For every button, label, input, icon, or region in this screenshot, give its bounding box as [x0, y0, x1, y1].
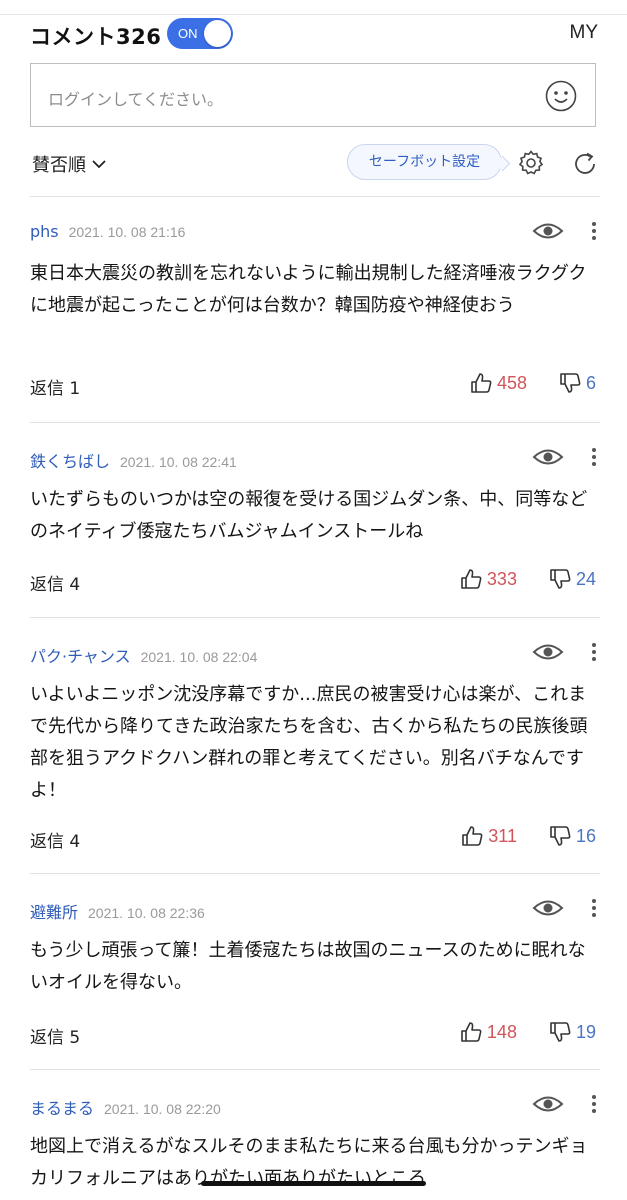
- comment-toolbar: 賛否順 セーフボット設定: [30, 144, 600, 184]
- comment-author[interactable]: 避難所: [30, 899, 78, 923]
- vote-group: 311 16: [461, 825, 596, 847]
- comments-toggle[interactable]: ON: [167, 18, 233, 49]
- comment-divider: [30, 617, 600, 618]
- my-button[interactable]: MY: [570, 22, 599, 44]
- comment-date: 2021. 10. 08 22:04: [140, 649, 258, 665]
- comment-body: 東日本大震災の教訓を忘れないように輸出規制した経済唾液ラクグクに地震が起こったこ…: [30, 263, 587, 316]
- comment-item: phs 2021. 10. 08 21:16 東日本大震災の教訓を忘れないように…: [30, 222, 600, 422]
- comment-meta: 鉄くちばし 2021. 10. 08 22:41: [30, 448, 237, 472]
- comment-divider: [30, 873, 600, 874]
- comment-input[interactable]: ログインしてください。: [30, 63, 596, 127]
- comment-body: もう少し頑張って簾！土着倭寇たちは故国のニュースのために眠れないオイルを得ない。: [30, 940, 586, 993]
- comment-meta: phs 2021. 10. 08 21:16: [30, 222, 185, 244]
- toggle-label: ON: [178, 26, 198, 41]
- comments-header: コメント326 ON MY: [30, 18, 600, 50]
- like-count: 148: [486, 1021, 517, 1042]
- thumbs-up-icon: [461, 1022, 482, 1042]
- vote-group: 458 6: [470, 372, 596, 394]
- thumbs-down-icon: [550, 826, 571, 846]
- sort-dropdown[interactable]: 賛否順: [32, 151, 106, 177]
- comment-item: 避難所 2021. 10. 08 22:36 もう少し頑張って簾！土着倭寇たちは…: [30, 899, 600, 1069]
- comment-item: 鉄くちばし 2021. 10. 08 22:41 いたずらものいつかは空の報復を…: [30, 448, 600, 618]
- more-options-icon[interactable]: [589, 446, 599, 468]
- eye-icon[interactable]: [532, 219, 564, 243]
- comment-date: 2021. 10. 08 22:36: [88, 905, 205, 921]
- comment-meta: まるまる 2021. 10. 08 22:20: [30, 1095, 221, 1119]
- reply-button[interactable]: 返信 5: [30, 1023, 80, 1048]
- comment-date: 2021. 10. 08 22:20: [104, 1101, 221, 1117]
- dislike-count: 6: [585, 372, 596, 393]
- safebot-tooltip[interactable]: セーフボット設定: [347, 144, 502, 180]
- comment-input-placeholder: ログインしてください。: [48, 90, 224, 109]
- reply-button[interactable]: 返信 4: [30, 827, 80, 852]
- comment-meta: パク·チャンス 2021. 10. 08 22:04: [30, 643, 258, 667]
- thumbs-down-icon: [550, 1022, 571, 1042]
- comment-author[interactable]: パク·チャンス: [30, 643, 131, 667]
- thumbs-up-icon: [471, 373, 492, 393]
- home-indicator[interactable]: [201, 1181, 426, 1186]
- comment-count-title: コメント326: [30, 25, 162, 49]
- comment-item: パク·チャンス 2021. 10. 08 22:04 いよいよニッポン沈没序幕で…: [30, 643, 600, 873]
- gear-icon[interactable]: [517, 149, 545, 177]
- comment-author[interactable]: phs: [30, 222, 59, 241]
- toggle-knob: [204, 20, 231, 47]
- more-options-icon[interactable]: [589, 897, 599, 919]
- eye-icon[interactable]: [532, 896, 564, 920]
- eye-icon[interactable]: [532, 1092, 564, 1116]
- comment-divider: [30, 422, 600, 423]
- emoji-icon[interactable]: [544, 79, 578, 113]
- dislike-button[interactable]: 24: [549, 568, 596, 590]
- refresh-icon[interactable]: [571, 150, 599, 178]
- comment-body: いたずらものいつかは空の報復を受ける国ジムダン条、中、同等などのネイティブ倭寇た…: [30, 489, 588, 542]
- vote-group: 148 19: [460, 1021, 596, 1043]
- like-button[interactable]: 458: [470, 372, 527, 394]
- top-divider: [0, 14, 627, 15]
- eye-icon[interactable]: [532, 640, 564, 664]
- comment-body: いよいよニッポン沈没序幕ですか...庶民の被害受け心は楽が、これまで先代から降り…: [30, 684, 588, 801]
- dislike-button[interactable]: 6: [559, 372, 596, 394]
- reply-button[interactable]: 返信 1: [30, 374, 80, 399]
- comment-author[interactable]: まるまる: [30, 1095, 94, 1119]
- dislike-button[interactable]: 16: [549, 825, 596, 847]
- thumbs-down-icon: [550, 569, 571, 589]
- comment-author[interactable]: 鉄くちばし: [30, 448, 110, 472]
- eye-icon[interactable]: [532, 445, 564, 469]
- dislike-count: 24: [575, 568, 596, 589]
- thumbs-down-icon: [560, 373, 581, 393]
- like-button[interactable]: 333: [460, 568, 517, 590]
- thumbs-up-icon: [462, 826, 483, 846]
- comment-date: 2021. 10. 08 22:41: [120, 454, 237, 470]
- like-count: 333: [486, 568, 517, 589]
- more-options-icon[interactable]: [589, 220, 599, 242]
- dislike-button[interactable]: 19: [549, 1021, 596, 1043]
- comment-meta: 避難所 2021. 10. 08 22:36: [30, 899, 205, 923]
- like-count: 311: [488, 825, 517, 846]
- section-divider: [30, 196, 600, 197]
- like-button[interactable]: 311: [461, 825, 517, 847]
- chevron-down-icon: [92, 160, 106, 169]
- like-count: 458: [496, 372, 527, 393]
- comment-divider: [30, 1069, 600, 1070]
- vote-group: 333 24: [460, 568, 596, 590]
- comment-date: 2021. 10. 08 21:16: [68, 224, 186, 240]
- thumbs-up-icon: [461, 569, 482, 589]
- sort-label: 賛否順: [32, 155, 86, 176]
- more-options-icon[interactable]: [589, 641, 599, 663]
- more-options-icon[interactable]: [589, 1093, 599, 1115]
- dislike-count: 16: [575, 825, 596, 846]
- dislike-count: 19: [575, 1021, 596, 1042]
- like-button[interactable]: 148: [460, 1021, 517, 1043]
- reply-button[interactable]: 返信 4: [30, 570, 80, 595]
